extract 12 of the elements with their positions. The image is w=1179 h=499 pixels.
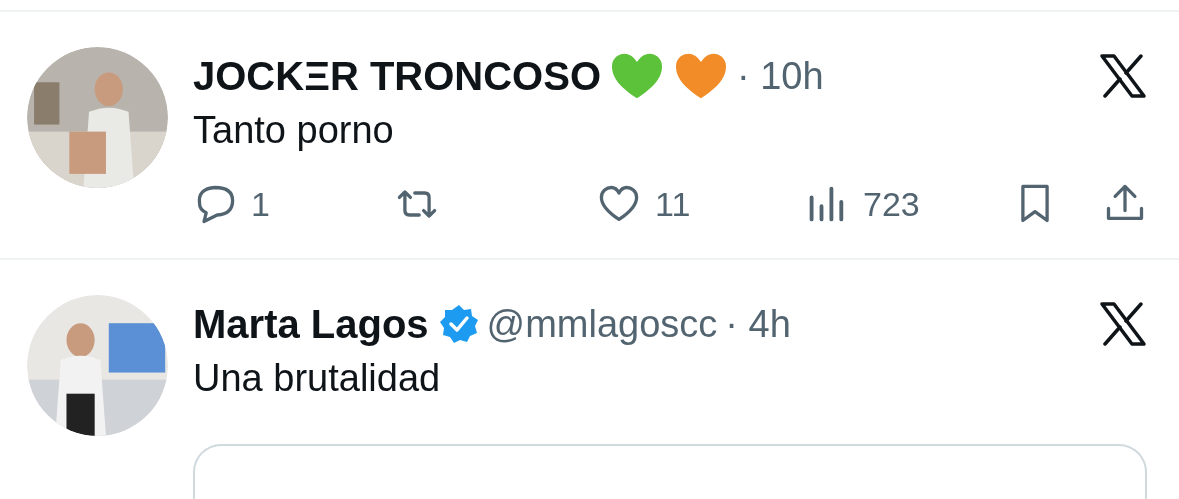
- action-count: 723: [863, 184, 920, 224]
- user-name[interactable]: JOCKΞR TRONCOSO: [193, 53, 601, 99]
- tweet-text: Tanto porno: [193, 109, 395, 152]
- timestamp: · 10h: [737, 54, 824, 98]
- action-count: 1: [251, 184, 270, 224]
- tweet-text: Una brutalidad: [193, 357, 442, 400]
- x-logo-icon: [1099, 302, 1147, 346]
- x-logo-icon: [1099, 54, 1147, 98]
- timestamp: · 4h: [725, 302, 791, 346]
- user-handle[interactable]: @mmlagoscc: [486, 302, 718, 346]
- user-name[interactable]: Marta Lagos: [193, 301, 429, 347]
- action-count: 11: [655, 184, 691, 224]
